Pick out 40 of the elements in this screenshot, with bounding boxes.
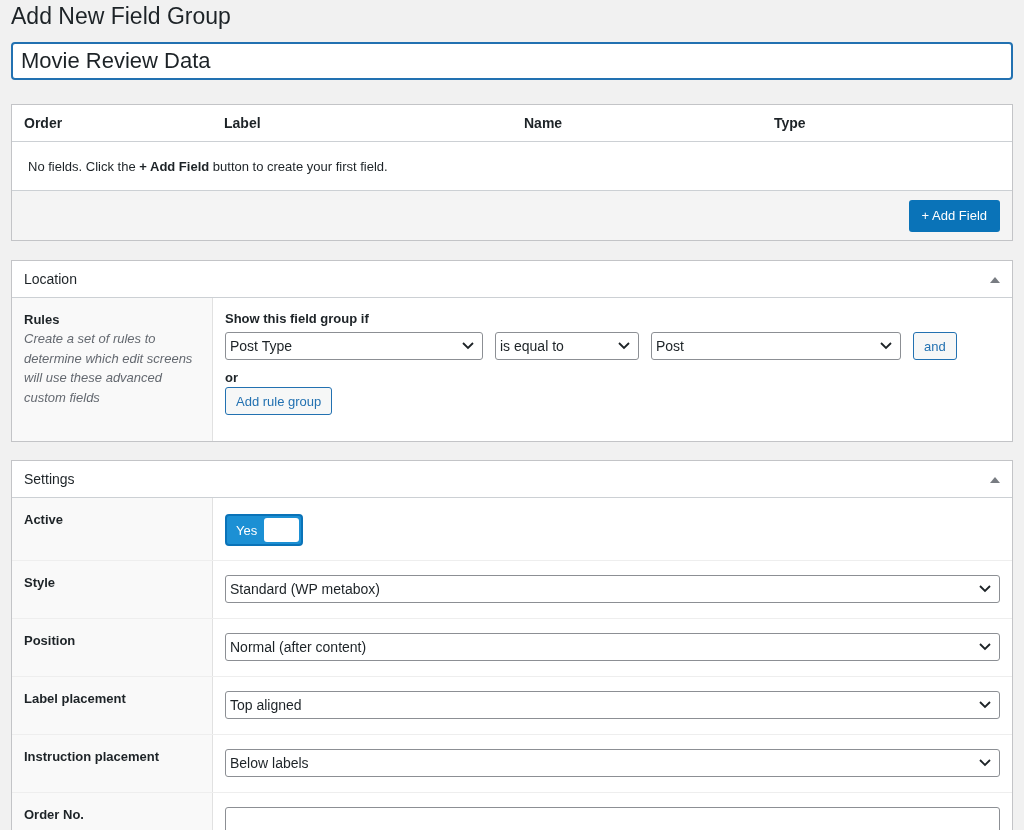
add-rule-group-button[interactable]: Add rule group bbox=[225, 387, 333, 415]
column-header: Order bbox=[24, 115, 64, 131]
add-field-button[interactable]: + Add Field bbox=[908, 199, 1000, 232]
field-description: Create a set of rules to determine which edit screens will use these advanced custom fields bbox=[24, 330, 194, 407]
toggle-switch[interactable]: Yes bbox=[225, 514, 303, 546]
page-title: Add New Field Group bbox=[11, 2, 232, 31]
or-label: or bbox=[225, 370, 239, 385]
select-field[interactable]: Standard (WP metabox) bbox=[225, 575, 1000, 603]
field-label: Position bbox=[24, 633, 77, 648]
column-header: Name bbox=[524, 115, 564, 131]
and-button[interactable]: and bbox=[913, 332, 957, 360]
select-field[interactable]: Post bbox=[651, 332, 901, 360]
panel-title: Settings bbox=[24, 471, 75, 487]
collapse-arrow-icon[interactable] bbox=[990, 275, 1000, 283]
chevron-down-icon bbox=[979, 759, 991, 767]
empty-message: No fields. Click the + Add Field button to create your first field. bbox=[28, 158, 388, 174]
panel-title: Location bbox=[24, 271, 77, 287]
chevron-down-icon bbox=[462, 342, 474, 350]
collapse-arrow-icon[interactable] bbox=[990, 475, 1000, 483]
select-field[interactable]: Top aligned bbox=[225, 691, 1000, 719]
column-header: Type bbox=[774, 115, 807, 131]
rules-heading: Show this field group if bbox=[225, 311, 370, 326]
input-field[interactable] bbox=[225, 807, 1000, 830]
chevron-down-icon bbox=[979, 701, 991, 709]
select-field[interactable]: Below labels bbox=[225, 749, 1000, 777]
title-input-field[interactable]: Movie Review Data bbox=[11, 42, 1013, 80]
field-label: Rules bbox=[24, 312, 61, 327]
select-field[interactable]: Post Type bbox=[225, 332, 483, 360]
field-label: Active bbox=[24, 512, 65, 527]
select-field[interactable]: Normal (after content) bbox=[225, 633, 1000, 661]
chevron-down-icon bbox=[979, 643, 991, 651]
chevron-down-icon bbox=[880, 342, 892, 350]
chevron-down-icon bbox=[618, 342, 630, 350]
field-label: Style bbox=[24, 575, 57, 590]
column-header: Label bbox=[224, 115, 262, 131]
chevron-down-icon bbox=[979, 585, 991, 593]
select-field[interactable]: is equal to bbox=[495, 332, 639, 360]
field-label: Order No. bbox=[24, 807, 85, 822]
field-label: Instruction placement bbox=[24, 749, 161, 764]
field-label: Label placement bbox=[24, 691, 127, 706]
